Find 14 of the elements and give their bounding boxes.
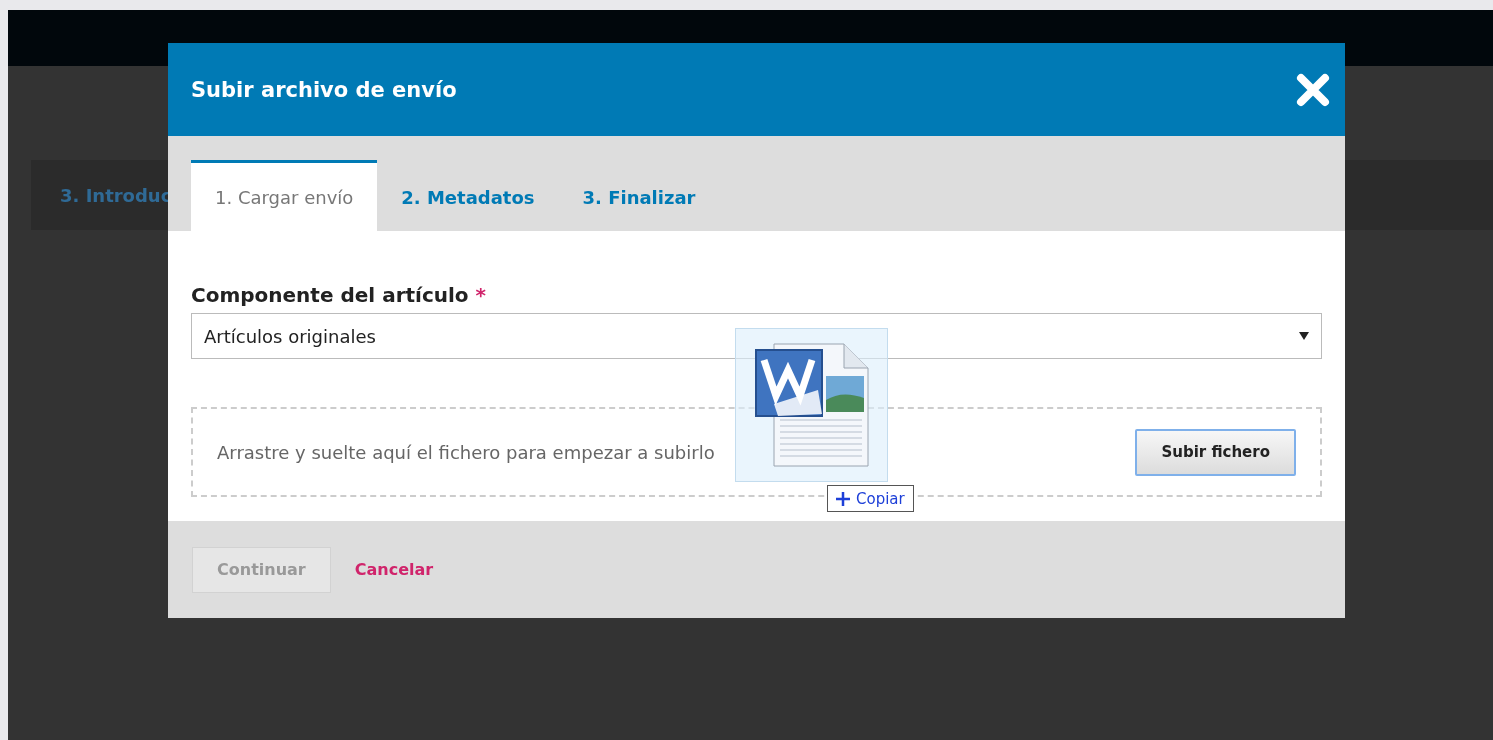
upload-file-button[interactable]: Subir fichero: [1135, 428, 1296, 476]
plus-icon: [836, 491, 850, 506]
dialog-title: Subir archivo de envío: [191, 77, 457, 102]
component-select[interactable]: Artículos originales: [191, 313, 1322, 359]
dropdown-caret-icon: [1299, 332, 1309, 340]
drop-hint: Arrastre y suelte aquí el fichero para empezar a subirlo: [217, 441, 715, 463]
field-label: Componente del artículo *: [191, 283, 488, 307]
close-icon[interactable]: [1296, 72, 1330, 107]
tab[interactable]: 1. Cargar envío: [191, 160, 378, 231]
tab[interactable]: 2. Metadatos: [377, 160, 559, 231]
background-tab[interactable]: 3. Introduc: [31, 184, 172, 206]
tab[interactable]: 3. Finalizar: [558, 160, 720, 231]
cancel-link[interactable]: Cancelar: [354, 560, 434, 579]
document-icon: [753, 342, 870, 468]
